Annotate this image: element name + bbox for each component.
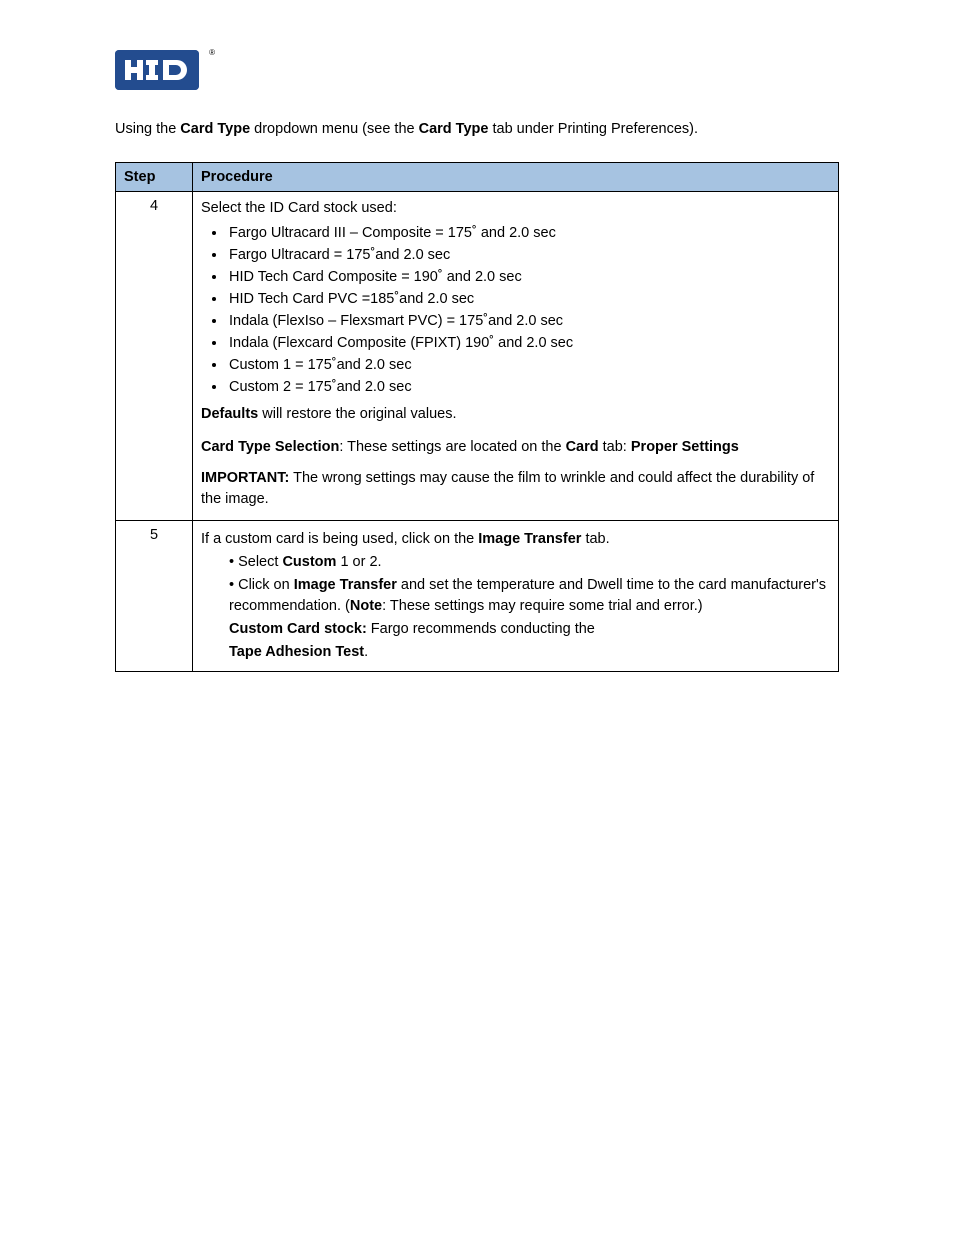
step-number-4: 4 <box>116 191 193 520</box>
col-step-header: Step <box>116 162 193 191</box>
list-item: HID Tech Card Composite = 190˚ and 2.0 s… <box>227 267 830 288</box>
intro-paragraph: Using the Card Type dropdown menu (see t… <box>115 120 839 140</box>
brand-logo: ® <box>115 50 207 94</box>
procedure-cell-5: If a custom card is being used, click on… <box>193 520 839 671</box>
table-row: 4 Select the ID Card stock used: Fargo U… <box>116 191 839 520</box>
list-item: Fargo Ultracard III – Composite = 175˚ a… <box>227 223 830 244</box>
step-number-5: 5 <box>116 520 193 671</box>
table-row: 5 If a custom card is being used, click … <box>116 520 839 671</box>
list-item: Custom 1 = 175˚and 2.0 sec <box>227 355 830 376</box>
hid-logo-mark <box>115 50 199 90</box>
list-item: Fargo Ultracard = 175˚and 2.0 sec <box>227 245 830 266</box>
important-block: IMPORTANT: The wrong settings may cause … <box>201 468 830 510</box>
card-type-selection-block: Card Type Selection: These settings are … <box>201 437 830 458</box>
row1-lead: Select the ID Card stock used: <box>201 198 830 219</box>
procedure-cell-4: Select the ID Card stock used: Fargo Ult… <box>193 191 839 520</box>
col-procedure-header: Procedure <box>193 162 839 191</box>
list-item: Indala (Flexcard Composite (FPIXT) 190˚ … <box>227 333 830 354</box>
card-stock-list: Fargo Ultracard III – Composite = 175˚ a… <box>201 223 830 398</box>
row2-line2: • Select Custom 1 or 2. <box>201 552 830 573</box>
list-item: Custom 2 = 175˚and 2.0 sec <box>227 377 830 398</box>
row2-line1: If a custom card is being used, click on… <box>201 529 830 550</box>
list-item: HID Tech Card PVC =185˚and 2.0 sec <box>227 289 830 310</box>
list-item: Indala (FlexIso – Flexsmart PVC) = 175˚a… <box>227 311 830 332</box>
row2-line3: • Click on Image Transfer and set the te… <box>201 575 830 617</box>
defaults-line: Defaults will restore the original value… <box>201 404 830 425</box>
row2-line5: Tape Adhesion Test. <box>201 642 830 663</box>
table-header-row: Step Procedure <box>116 162 839 191</box>
procedure-table: Step Procedure 4 Select the ID Card stoc… <box>115 162 839 672</box>
registered-mark: ® <box>209 48 215 57</box>
row2-line4: Custom Card stock: Fargo recommends cond… <box>201 619 830 640</box>
